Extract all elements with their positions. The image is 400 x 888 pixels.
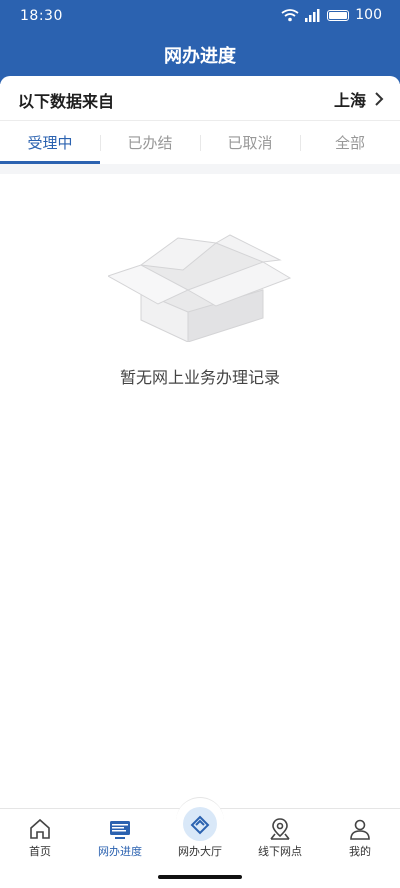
tab-label: 受理中 — [27, 134, 73, 152]
empty-state: 暂无网上业务办理记录 — [0, 230, 400, 400]
section-divider — [0, 164, 400, 174]
app-header: 18:30 100 网办进度 — [0, 0, 400, 84]
tab-completed[interactable]: 已办结 — [100, 122, 200, 164]
home-icon — [30, 818, 50, 839]
monitor-icon — [110, 821, 130, 839]
nav-label: 网办大厅 — [178, 845, 222, 858]
status-bar: 18:30 100 — [0, 0, 400, 34]
nav-label: 我的 — [349, 845, 371, 858]
nav-offline-outlets[interactable]: 线下网点 — [240, 809, 320, 869]
city-selector[interactable]: 上海 — [334, 87, 384, 111]
status-icons: 100 — [281, 7, 382, 23]
battery-level: 100 — [355, 7, 382, 23]
nav-home[interactable]: 首页 — [0, 809, 80, 869]
nav-label: 线下网点 — [258, 845, 302, 858]
progress-card: 以下数据来自 上海 受理中 已办结 已取消 全部 — [0, 76, 400, 171]
wifi-icon — [281, 9, 299, 22]
tab-label: 已取消 — [227, 134, 273, 152]
home-indicator[interactable] — [158, 875, 242, 879]
city-name: 上海 — [333, 91, 366, 110]
nav-hall[interactable]: 网办大厅 — [160, 807, 240, 869]
tab-cancelled[interactable]: 已取消 — [200, 122, 300, 164]
status-time: 18:30 — [20, 8, 63, 24]
battery-icon — [327, 9, 350, 21]
nav-label: 网办进度 — [98, 845, 142, 858]
nav-progress[interactable]: 网办进度 — [80, 809, 160, 869]
map-pin-icon — [270, 818, 290, 840]
tab-label: 已办结 — [127, 134, 173, 152]
nav-mine[interactable]: 我的 — [320, 809, 400, 869]
tab-accepting[interactable]: 受理中 — [0, 122, 100, 164]
signal-icon — [305, 8, 320, 22]
user-icon — [350, 819, 370, 840]
tab-all[interactable]: 全部 — [300, 122, 400, 164]
nav-label: 首页 — [29, 845, 51, 858]
data-source-row[interactable]: 以下数据来自 上海 — [0, 76, 400, 121]
data-source-label: 以下数据来自 — [18, 92, 115, 111]
tab-label: 全部 — [334, 134, 365, 152]
empty-state-message: 暂无网上业务办理记录 — [119, 368, 280, 387]
hall-icon — [190, 815, 210, 835]
status-tabs: 受理中 已办结 已取消 全部 — [0, 122, 400, 164]
chevron-right-icon — [375, 92, 384, 106]
empty-box-icon — [108, 234, 292, 342]
page-title: 网办进度 — [164, 46, 236, 67]
